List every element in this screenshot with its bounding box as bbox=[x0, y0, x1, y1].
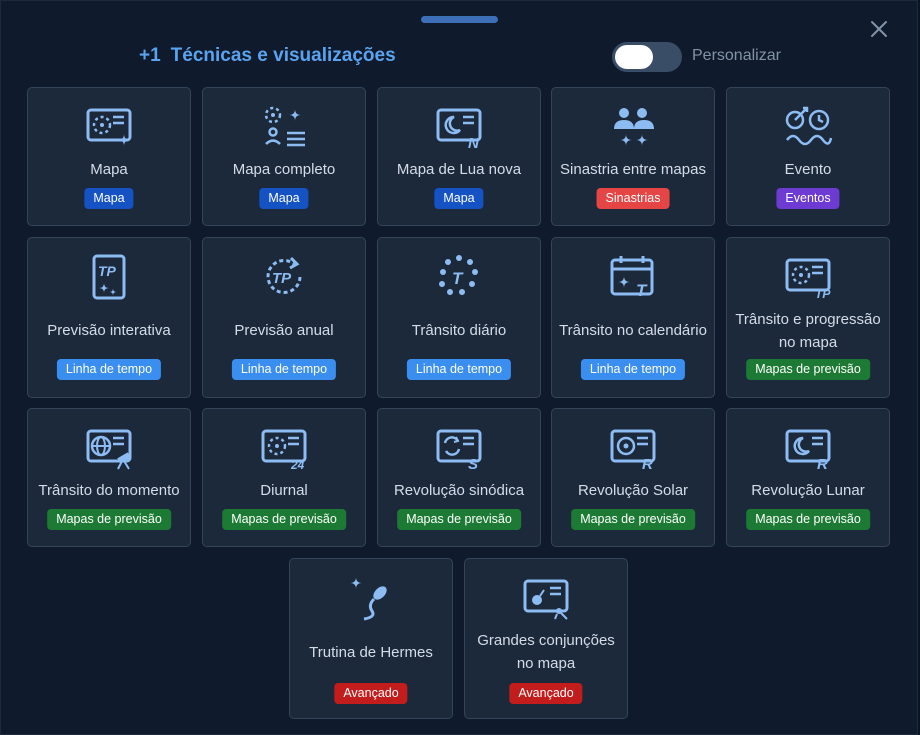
card-category-badge: Mapa bbox=[434, 188, 484, 209]
card-category-badge: Linha de tempo bbox=[56, 359, 162, 380]
card-category-badge: Avançado bbox=[334, 683, 408, 704]
synodic-return-icon: S bbox=[432, 425, 486, 471]
svg-text:S: S bbox=[468, 456, 478, 471]
card-category-badge: Linha de tempo bbox=[580, 359, 686, 380]
svg-text:TP: TP bbox=[815, 287, 831, 300]
card-category-badge: Linha de tempo bbox=[231, 359, 337, 380]
card-category-badge: Sinastrias bbox=[596, 188, 670, 209]
svg-text:R: R bbox=[642, 456, 653, 471]
card-category-badge: Mapas de previsão bbox=[397, 509, 521, 530]
new-moon-chart-icon: N bbox=[432, 104, 486, 150]
card-category-badge: Mapas de previsão bbox=[746, 359, 870, 380]
card-label: Mapa de Lua nova bbox=[396, 161, 522, 178]
toggle-knob bbox=[615, 45, 653, 69]
card-label: Previsão anual bbox=[234, 322, 334, 339]
technique-card[interactable]: R Revolução Solar Mapas de previsão bbox=[551, 408, 715, 547]
synastry-icon bbox=[606, 104, 660, 150]
card-label: Revolução sinódica bbox=[393, 482, 525, 499]
sperm-sparkle-icon bbox=[344, 575, 398, 621]
technique-card[interactable]: TP Trânsito e progressão no mapa Mapas de … bbox=[726, 237, 890, 398]
svg-text:R: R bbox=[817, 456, 828, 471]
title-count: +1 bbox=[139, 45, 161, 66]
tp-card-icon: TP bbox=[82, 254, 136, 300]
card-category-badge: Mapas de previsão bbox=[222, 509, 346, 530]
card-label: Mapa bbox=[90, 161, 128, 178]
svg-text:24: 24 bbox=[290, 458, 305, 471]
technique-card[interactable]: S Revolução sinódica Mapas de previsão bbox=[377, 408, 541, 547]
technique-card[interactable]: Trânsito do momento Mapas de previsão bbox=[27, 408, 191, 547]
technique-card[interactable]: T Trânsito diário Linha de tempo bbox=[377, 237, 541, 398]
daily-transit-icon: T bbox=[432, 254, 486, 300]
svg-text:T: T bbox=[452, 269, 464, 288]
modal-title: +1 Técnicas e visualizações bbox=[139, 45, 396, 69]
chart-tp-icon: TP bbox=[781, 254, 835, 300]
technique-card[interactable]: Sinastria entre mapas Sinastrias bbox=[551, 87, 715, 226]
customize-toggle-label: Personalizar bbox=[692, 47, 781, 64]
customize-toggle[interactable] bbox=[612, 42, 682, 72]
drag-handle[interactable] bbox=[421, 16, 498, 23]
technique-card[interactable]: Mapa Mapa bbox=[27, 87, 191, 226]
card-label: Trutina de Hermes bbox=[309, 644, 433, 661]
calendar-transit-icon: T bbox=[606, 254, 660, 300]
card-label: Mapa completo bbox=[232, 161, 336, 178]
technique-card[interactable]: Trutina de Hermes Avançado bbox=[289, 558, 453, 719]
technique-card[interactable]: 24 Diurnal Mapas de previsão bbox=[202, 408, 366, 547]
chart-sparkle-icon bbox=[82, 104, 136, 150]
svg-text:T: T bbox=[636, 281, 648, 300]
card-label: Evento bbox=[784, 161, 832, 178]
card-label: Diurnal bbox=[260, 482, 308, 499]
card-category-badge: Linha de tempo bbox=[406, 359, 512, 380]
techniques-modal: +1 Técnicas e visualizações Personalizar … bbox=[0, 0, 918, 735]
card-category-badge: Mapas de previsão bbox=[47, 509, 171, 530]
card-label: Grandes conjunções no mapa bbox=[477, 632, 615, 672]
chart-24-icon: 24 bbox=[257, 425, 311, 471]
card-category-badge: Mapa bbox=[84, 188, 134, 209]
card-category-badge: Eventos bbox=[776, 188, 840, 209]
card-label: Sinastria entre mapas bbox=[560, 161, 706, 178]
card-category-badge: Mapa bbox=[259, 188, 309, 209]
conjunction-chart-icon bbox=[519, 575, 573, 621]
lunar-return-icon: R bbox=[781, 425, 835, 471]
technique-card[interactable]: Grandes conjunções no mapa Avançado bbox=[464, 558, 628, 719]
svg-text:TP: TP bbox=[98, 263, 117, 279]
technique-card[interactable]: TP Previsão anual Linha de tempo bbox=[202, 237, 366, 398]
globe-telescope-icon bbox=[82, 425, 136, 471]
card-label: Previsão interativa bbox=[47, 322, 171, 339]
technique-card[interactable]: T Trânsito no calendário Linha de tempo bbox=[551, 237, 715, 398]
solar-return-icon: R bbox=[606, 425, 660, 471]
svg-text:TP: TP bbox=[272, 270, 292, 287]
card-category-badge: Mapas de previsão bbox=[746, 509, 870, 530]
technique-card[interactable]: N Mapa de Lua nova Mapa bbox=[377, 87, 541, 226]
card-label: Trânsito diário bbox=[411, 322, 507, 339]
title-text: Técnicas e visualizações bbox=[170, 45, 396, 66]
card-label: Trânsito no calendário bbox=[559, 322, 707, 339]
close-icon[interactable] bbox=[867, 17, 891, 41]
tp-cycle-icon: TP bbox=[257, 254, 311, 300]
card-label: Trânsito e progressão no mapa bbox=[735, 311, 881, 351]
card-category-badge: Avançado bbox=[509, 683, 583, 704]
card-category-badge: Mapas de previsão bbox=[571, 509, 695, 530]
technique-card[interactable]: TP Previsão interativa Linha de tempo bbox=[27, 237, 191, 398]
svg-text:N: N bbox=[468, 135, 480, 150]
full-chart-icon bbox=[257, 104, 311, 150]
event-icon bbox=[781, 104, 835, 150]
technique-card[interactable]: R Revolução Lunar Mapas de previsão bbox=[726, 408, 890, 547]
card-label: Trânsito do momento bbox=[38, 482, 180, 499]
card-label: Revolução Solar bbox=[577, 482, 689, 499]
card-label: Revolução Lunar bbox=[751, 482, 865, 499]
technique-card[interactable]: Mapa completo Mapa bbox=[202, 87, 366, 226]
technique-card[interactable]: Evento Eventos bbox=[726, 87, 890, 226]
